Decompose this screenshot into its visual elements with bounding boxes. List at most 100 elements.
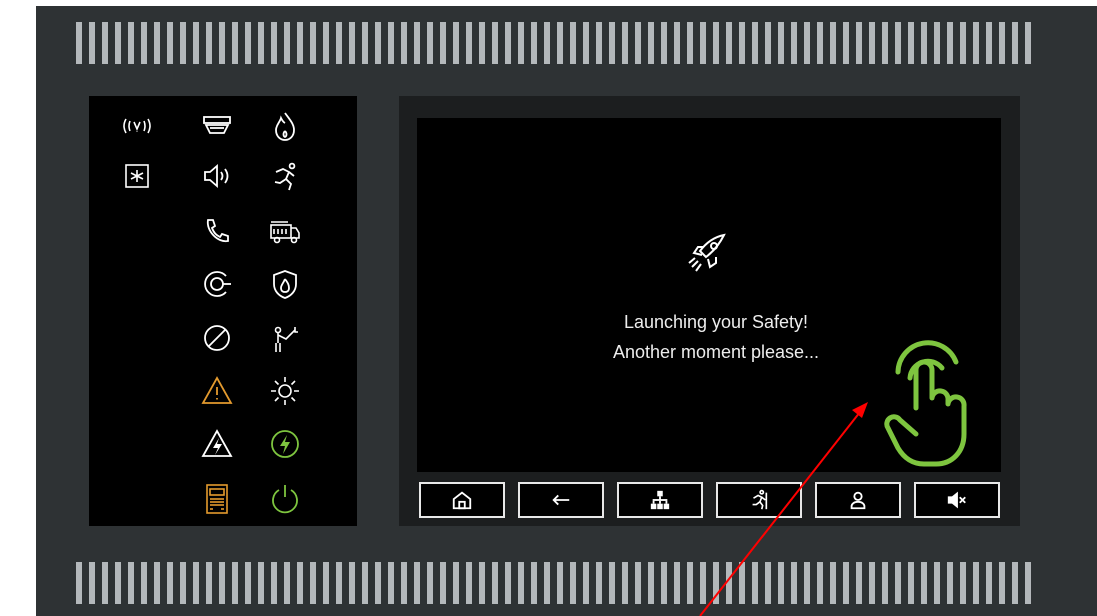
vent-slot [336,22,342,64]
vent-slot [245,22,251,64]
vent-slot [726,22,732,64]
vent-slot [401,562,407,604]
vent-slot [427,22,433,64]
vent-slot [869,562,875,604]
vent-slot [648,22,654,64]
vent-slot [713,562,719,604]
vent-slot [895,22,901,64]
vent-slot [115,562,121,604]
vent-slot [180,22,186,64]
vent-slot [973,22,979,64]
vent-slot [297,22,303,64]
vent-slot [102,22,108,64]
vent-slot [401,22,407,64]
vent-slot [219,562,225,604]
smoke-detector-icon [197,106,237,146]
evacuation-button[interactable] [716,482,802,518]
vent-slot [1012,22,1018,64]
vent-slot [258,562,264,604]
menu-tree-button[interactable] [617,482,703,518]
warning-triangle-icon [197,371,237,411]
vent-slot [583,562,589,604]
vent-slot [89,22,95,64]
vent-slot [310,562,316,604]
vent-slot [856,22,862,64]
vent-slot [102,562,108,604]
prohibited-icon [197,318,237,358]
vent-slot [193,562,199,604]
vent-slot [427,562,433,604]
vent-slot [193,22,199,64]
vent-slot [297,562,303,604]
vent-slot [934,562,940,604]
vent-slot [180,562,186,604]
back-button[interactable] [518,482,604,518]
vent-slot [453,22,459,64]
led-indicator-panel [89,96,357,526]
vent-slot [531,22,537,64]
sun-test-icon [265,371,305,411]
evacuation-icon [752,489,768,510]
vent-slot [284,562,290,604]
vent-slot [505,562,511,604]
vent-slot [167,22,173,64]
vent-slot [570,562,576,604]
vent-slot [375,562,381,604]
vent-slot [882,562,888,604]
vent-slot [960,22,966,64]
vent-slot [544,562,550,604]
user-icon [850,491,866,510]
touch-hand-icon [884,340,967,467]
vent-slot [726,562,732,604]
vent-slot [882,22,888,64]
vent-slot [479,22,485,64]
vent-slot [869,22,875,64]
bottom-vent-grill [76,562,1038,604]
vent-slot [167,562,173,604]
vent-slot [206,22,212,64]
vent-slot [544,22,550,64]
vent-slot [700,562,706,604]
vent-slot [817,22,823,64]
vent-slot [219,22,225,64]
home-icon [452,491,472,510]
vent-slot [687,22,693,64]
vent-slot [1012,562,1018,604]
vent-slot [960,562,966,604]
vent-slot [414,562,420,604]
vent-slot [817,562,823,604]
vent-slot [765,562,771,604]
battery-panel-icon [197,479,237,519]
vent-slot [973,562,979,604]
vent-slot [765,22,771,64]
vent-slot [999,562,1005,604]
vent-slot [336,562,342,604]
vent-slot [752,562,758,604]
fire-protection-icon [265,264,305,304]
telephone-icon [197,211,237,251]
vent-slot [661,22,667,64]
user-button[interactable] [815,482,901,518]
vent-slot [323,22,329,64]
vent-slot [557,22,563,64]
vent-slot [76,22,82,64]
power-on-icon [265,479,305,519]
mute-button[interactable] [914,482,1000,518]
vent-slot [284,22,290,64]
vent-slot [570,22,576,64]
vent-slot [895,562,901,604]
vent-slot [115,22,121,64]
rocket-icon [688,233,726,272]
vent-slot [830,22,836,64]
vent-slot [154,22,160,64]
vent-slot [934,22,940,64]
vent-slot [141,562,147,604]
vent-slot [609,22,615,64]
vent-slot [908,562,914,604]
power-green-icon [265,424,305,464]
vent-slot [752,22,758,64]
vent-slot [596,22,602,64]
vent-slot [778,562,784,604]
vent-slot [271,22,277,64]
home-button[interactable] [419,482,505,518]
